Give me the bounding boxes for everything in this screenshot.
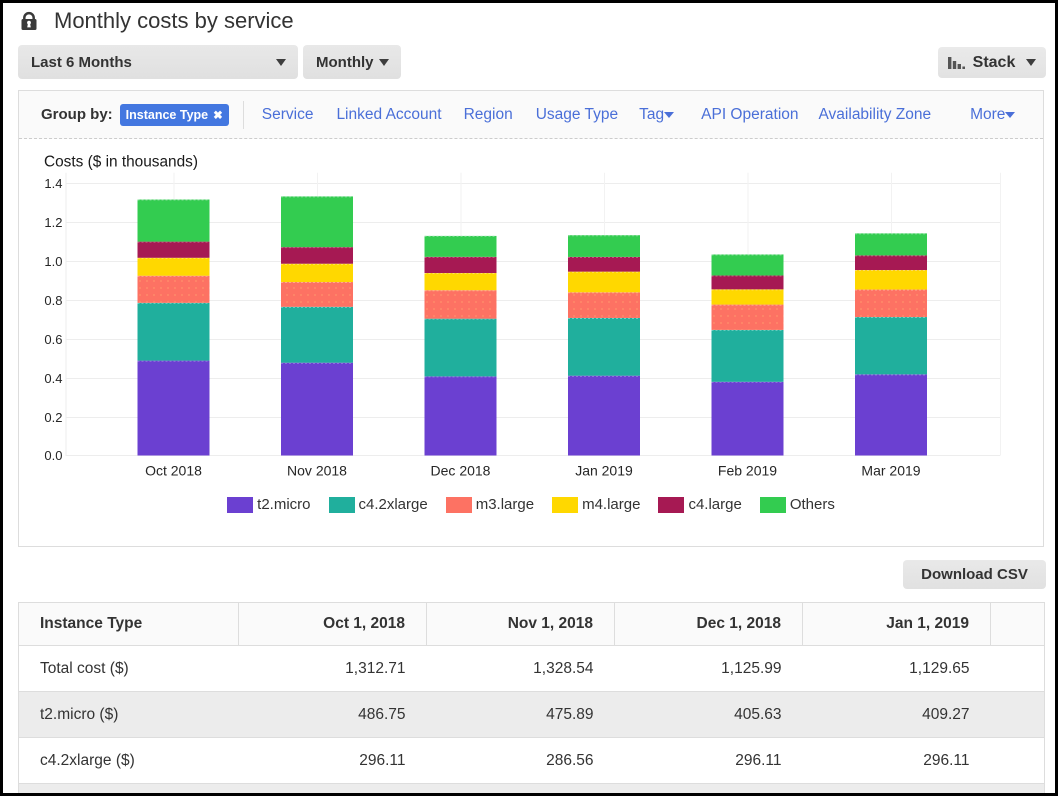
- svg-text:Jan 2019: Jan 2019: [575, 463, 633, 479]
- svg-text:Feb 2019: Feb 2019: [718, 463, 777, 479]
- svg-text:1.4: 1.4: [44, 176, 62, 191]
- svg-text:Nov 2018: Nov 2018: [287, 463, 347, 479]
- svg-text:0.6: 0.6: [44, 332, 62, 347]
- svg-text:0.2: 0.2: [44, 410, 62, 425]
- svg-text:Mar 2019: Mar 2019: [861, 463, 920, 479]
- svg-text:1.0: 1.0: [44, 254, 62, 269]
- svg-text:Dec 2018: Dec 2018: [431, 463, 491, 479]
- svg-text:0.4: 0.4: [44, 371, 62, 386]
- svg-text:Oct 2018: Oct 2018: [145, 463, 202, 479]
- svg-text:Costs ($ in thousands): Costs ($ in thousands): [44, 154, 198, 171]
- svg-text:0.0: 0.0: [44, 448, 62, 463]
- svg-text:1.2: 1.2: [44, 215, 62, 230]
- svg-text:0.8: 0.8: [44, 293, 62, 308]
